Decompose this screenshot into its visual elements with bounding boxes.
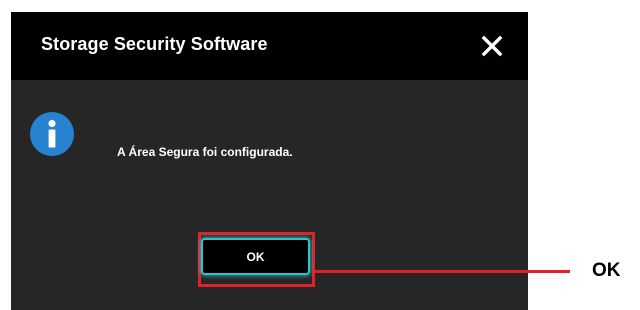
screenshot-stage: Storage Security Software A Área Segura … [0, 0, 640, 310]
dialog-title: Storage Security Software [41, 34, 268, 54]
callout-label: OK [592, 260, 621, 281]
info-icon [30, 112, 74, 156]
dialog-titlebar: Storage Security Software [11, 12, 528, 80]
close-button[interactable] [481, 35, 503, 57]
callout-line [315, 270, 570, 273]
close-icon [481, 35, 503, 57]
dialog-message: A Área Segura foi configurada. [117, 145, 293, 159]
ok-button[interactable]: OK [201, 238, 310, 275]
